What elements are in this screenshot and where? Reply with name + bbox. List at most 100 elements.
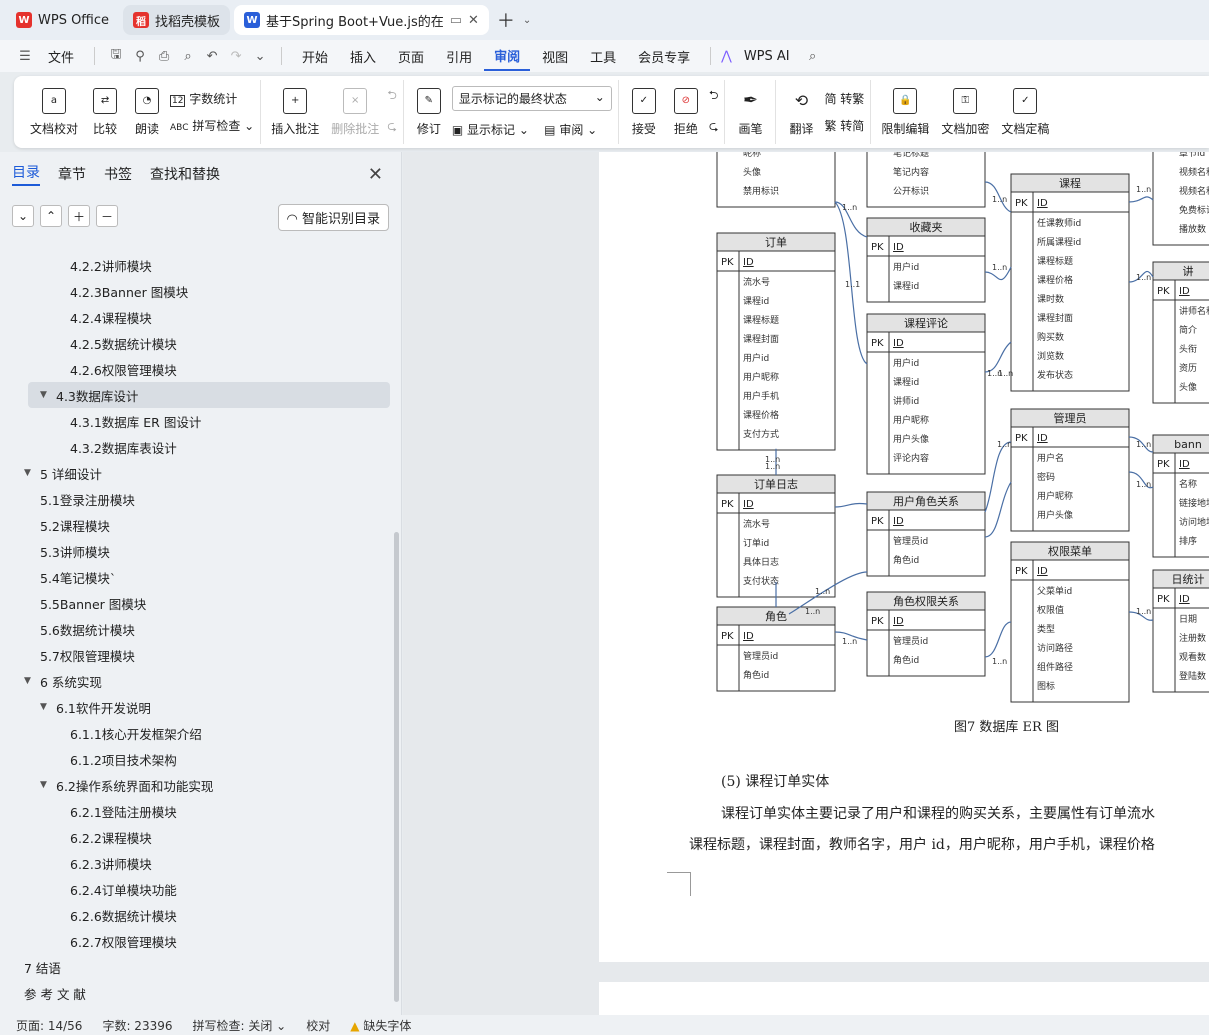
toc-item[interactable]: 6.1.1核心开发框架介绍 bbox=[0, 720, 402, 746]
toc-item[interactable]: 5.6数据统计模块 bbox=[0, 616, 402, 642]
tab-docer-templates[interactable]: 稻 找稻壳模板 bbox=[123, 5, 231, 35]
hamburger-icon[interactable]: ☰ bbox=[14, 49, 36, 64]
menu-view[interactable]: 视图 bbox=[532, 43, 578, 70]
menu-page[interactable]: 页面 bbox=[388, 43, 434, 70]
to-simplified-button[interactable]: 繁 转简 bbox=[824, 117, 864, 134]
toc-item[interactable]: 4.3.1数据库 ER 图设计 bbox=[0, 408, 402, 434]
toc-item[interactable]: 7 结语 bbox=[0, 954, 402, 980]
next-comment-icon[interactable]: ⮎ bbox=[387, 117, 397, 138]
pen-button[interactable]: ✒ 画笔 bbox=[731, 88, 769, 137]
toc-item[interactable]: 6.2.4订单模块功能 bbox=[0, 876, 402, 902]
redo-icon[interactable]: ↷ bbox=[225, 49, 247, 64]
delete-comment-button[interactable]: × 删除批注 bbox=[327, 87, 383, 137]
previous-comment-icon[interactable]: ⮌ bbox=[387, 86, 397, 107]
remove-heading-icon[interactable]: － bbox=[96, 205, 118, 227]
toc-item[interactable]: 5.2课程模块 bbox=[0, 512, 402, 538]
toc-item[interactable]: ▼ 6.1软件开发说明 bbox=[0, 694, 402, 720]
translate-button[interactable]: ⟲ 翻译 bbox=[782, 88, 820, 137]
menu-tools[interactable]: 工具 bbox=[580, 43, 626, 70]
toc-item[interactable]: ▼ 6 系统实现 bbox=[0, 668, 402, 694]
menu-wps-ai[interactable]: WPS AI bbox=[734, 45, 800, 68]
expand-down-icon[interactable]: ⌄ bbox=[12, 205, 34, 227]
restrict-editing-button[interactable]: 🔒 限制编辑 bbox=[877, 87, 933, 137]
toc-item[interactable]: ▼ 5 详细设计 bbox=[0, 460, 402, 486]
expand-arrow-icon[interactable]: ▼ bbox=[40, 702, 56, 712]
tab-toc[interactable]: 目录 bbox=[12, 162, 40, 186]
reject-button[interactable]: ⊘ 拒绝 bbox=[667, 87, 705, 137]
menu-home[interactable]: 开始 bbox=[292, 43, 338, 70]
markup-state-select[interactable]: 显示标记的最终状态 ⌄ bbox=[451, 86, 612, 111]
revise-button[interactable]: ✎ 修订 bbox=[410, 87, 448, 137]
spell-check-button[interactable]: ABC 拼写检查 ⌄ bbox=[170, 117, 254, 134]
toc-item[interactable]: 4.3.2数据库表设计 bbox=[0, 434, 402, 460]
to-traditional-button[interactable]: 简 转繁 bbox=[824, 90, 864, 107]
encrypt-document-button[interactable]: ⚿ 文档加密 bbox=[937, 87, 993, 137]
toc-item[interactable]: 4.2.5数据统计模块 bbox=[0, 330, 402, 356]
tab-sections[interactable]: 章节 bbox=[58, 164, 86, 184]
show-markup-button[interactable]: ▣ 显示标记 ⌄ bbox=[452, 123, 529, 137]
toc-item[interactable]: 4.2.3Banner 图模块 bbox=[0, 278, 402, 304]
print-icon[interactable]: ⎙ bbox=[153, 49, 175, 64]
compare-icon: ⇄ bbox=[93, 87, 118, 114]
toc-item[interactable]: 4.2.6权限管理模块 bbox=[0, 356, 402, 382]
collapse-up-icon[interactable]: ⌃ bbox=[40, 205, 62, 227]
toc-item[interactable]: 5.1登录注册模块 bbox=[0, 486, 402, 512]
proofread-status[interactable]: 校对 bbox=[306, 1017, 330, 1034]
toc-item[interactable]: 6.2.7权限管理模块 bbox=[0, 928, 402, 954]
share-icon[interactable]: ⚲ bbox=[129, 49, 151, 64]
finalize-document-button[interactable]: ✓ 文档定稿 bbox=[997, 87, 1053, 137]
toc-item[interactable]: 4.2.2讲师模块 bbox=[0, 252, 402, 278]
toc-item[interactable]: 5.5Banner 图模块 bbox=[0, 590, 402, 616]
undo-icon[interactable]: ↶ bbox=[201, 49, 223, 64]
page-indicator[interactable]: 页面: 14/56 bbox=[16, 1017, 82, 1034]
toc-item[interactable]: 5.7权限管理模块 bbox=[0, 642, 402, 668]
word-count-button[interactable]: 12 字数统计 bbox=[170, 90, 254, 107]
insert-comment-button[interactable]: + 插入批注 bbox=[267, 87, 323, 137]
tab-bookmarks[interactable]: 书签 bbox=[104, 164, 132, 184]
previous-change-icon[interactable]: ⮌ bbox=[709, 86, 719, 107]
toc-item[interactable]: 6.2.3讲师模块 bbox=[0, 850, 402, 876]
tab-wps-office[interactable]: W WPS Office bbox=[6, 5, 119, 35]
search-icon[interactable]: ⌕ bbox=[802, 49, 824, 64]
next-change-icon[interactable]: ⮎ bbox=[709, 117, 719, 138]
menu-insert[interactable]: 插入 bbox=[340, 43, 386, 70]
tab-document[interactable]: W 基于Spring Boot+Vue.js的在 ▭ ✕ bbox=[234, 5, 489, 35]
print-preview-icon[interactable]: ⌕ bbox=[177, 49, 199, 64]
missing-font-status[interactable]: ▲ 缺失字体 bbox=[350, 1017, 411, 1034]
review-pane-button[interactable]: ▤ 审阅 ⌄ bbox=[544, 123, 597, 137]
read-aloud-button[interactable]: ◔ 朗读 bbox=[128, 87, 166, 137]
toc-item[interactable]: 6.2.2课程模块 bbox=[0, 824, 402, 850]
chevron-down-icon[interactable]: ⌄ bbox=[249, 49, 271, 64]
expand-arrow-icon[interactable]: ▼ bbox=[40, 780, 56, 790]
word-count[interactable]: 字数: 23396 bbox=[102, 1017, 172, 1034]
menu-member[interactable]: 会员专享 bbox=[628, 43, 700, 70]
toc-item[interactable]: ▼ 6.2操作系统界面和功能实现 bbox=[0, 772, 402, 798]
compare-button[interactable]: ⇄ 比较 bbox=[86, 87, 124, 137]
toc-item[interactable]: 5.3讲师模块 bbox=[0, 538, 402, 564]
expand-arrow-icon[interactable]: ▼ bbox=[24, 468, 40, 478]
menu-file[interactable]: 文件 bbox=[38, 43, 84, 70]
toc-item[interactable]: 5.4笔记模块` bbox=[0, 564, 402, 590]
spell-check-status[interactable]: 拼写检查: 关闭 ⌄ bbox=[193, 1017, 287, 1034]
smart-toc-button[interactable]: ◠ 智能识别目录 bbox=[277, 204, 389, 231]
close-tab-icon[interactable]: ✕ bbox=[468, 13, 479, 28]
close-icon[interactable]: ✕ bbox=[368, 164, 383, 185]
menu-review[interactable]: 审阅 bbox=[484, 42, 531, 71]
toc-item[interactable]: 4.2.4课程模块 bbox=[0, 304, 402, 330]
expand-arrow-icon[interactable]: ▼ bbox=[24, 676, 40, 686]
panel-scrollbar[interactable] bbox=[394, 532, 399, 1002]
toc-item[interactable]: 6.2.1登陆注册模块 bbox=[0, 798, 402, 824]
toc-item[interactable]: 6.1.2项目技术架构 bbox=[0, 746, 402, 772]
accept-button[interactable]: ✓ 接受 bbox=[625, 87, 663, 137]
toc-item[interactable]: ▼ 4.3数据库设计 bbox=[28, 382, 390, 408]
toc-item[interactable]: 参 考 文 献 bbox=[0, 980, 402, 1006]
doc-check-button[interactable]: a 文档校对 bbox=[26, 87, 82, 137]
new-tab-button[interactable]: ＋ bbox=[493, 7, 519, 33]
menu-references[interactable]: 引用 bbox=[436, 43, 482, 70]
expand-arrow-icon[interactable]: ▼ bbox=[40, 390, 56, 400]
chevron-down-icon[interactable]: ⌄ bbox=[523, 15, 531, 26]
toc-item[interactable]: 6.2.6数据统计模块 bbox=[0, 902, 402, 928]
add-heading-icon[interactable]: ＋ bbox=[68, 205, 90, 227]
save-icon[interactable]: 🖫 bbox=[105, 45, 127, 67]
tab-find-replace[interactable]: 查找和替换 bbox=[150, 164, 220, 184]
